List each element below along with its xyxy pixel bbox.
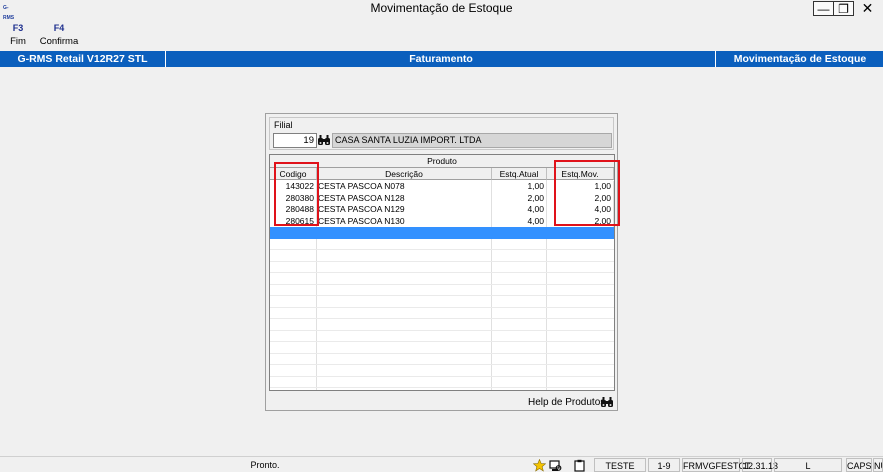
title-bar: G-RMS Movimentação de Estoque — ❐ ✕ — [0, 0, 883, 21]
f4-key-label: F4 — [53, 23, 65, 33]
status-session: 1-9 — [648, 458, 680, 472]
filial-label: Filial — [274, 120, 293, 130]
status-caps-lock: CAPS — [846, 458, 872, 472]
f3-action-label: Fim — [10, 36, 26, 47]
minimize-button[interactable]: — — [813, 1, 834, 16]
status-bar: Pronto. TESTE 1-9 FRMVGFESTCT 12.31.13 L… — [0, 456, 883, 472]
table-row-empty[interactable] — [270, 342, 614, 354]
table-row-empty[interactable] — [270, 273, 614, 285]
f4-action-label: Confirma — [39, 36, 79, 47]
program-label: Movimentação de Estoque — [733, 53, 867, 65]
help-produtos-label[interactable]: Help de Produtos — [528, 397, 605, 408]
status-mode: L — [774, 458, 842, 472]
cell-descricao[interactable]: CESTA PASCOA N078 — [317, 181, 492, 193]
cell-descricao[interactable]: CESTA PASCOA N130 — [317, 215, 492, 227]
star-icon[interactable] — [532, 458, 547, 472]
table-row-selected[interactable] — [270, 227, 614, 239]
column-header-descricao[interactable]: Descrição — [317, 168, 492, 180]
table-row-empty[interactable] — [270, 377, 614, 388]
system-version-label: G-RMS Retail V12R27 STL — [0, 51, 166, 67]
table-row-empty[interactable] — [270, 331, 614, 342]
filial-code-input[interactable]: 19 — [273, 133, 317, 148]
table-row-empty[interactable] — [270, 239, 614, 250]
table-row-empty[interactable] — [270, 285, 614, 296]
main-panel: Filial 19 CASA SANTA LUZIA IMPORT. LTDA … — [265, 113, 618, 411]
table-row-empty[interactable] — [270, 262, 614, 273]
table-row-empty[interactable] — [270, 354, 614, 365]
cell-estq-atual[interactable]: 4,00 — [492, 204, 547, 216]
table-row-empty[interactable] — [270, 319, 614, 331]
status-form-id: FRMVGFESTCT — [682, 458, 751, 472]
f3-fim-button[interactable]: F3 Fim — [6, 23, 30, 47]
binoculars-search-icon[interactable] — [317, 133, 331, 147]
table-row-empty[interactable] — [270, 296, 614, 308]
cell-estq-atual[interactable]: 4,00 — [492, 215, 547, 227]
table-row-empty[interactable] — [270, 365, 614, 377]
monitor-search-icon[interactable] — [549, 459, 562, 472]
cell-descricao[interactable]: CESTA PASCOA N128 — [317, 192, 492, 204]
cell-estq-atual[interactable]: 2,00 — [492, 192, 547, 204]
f3-key-label: F3 — [12, 23, 24, 33]
status-message: Pronto. — [250, 460, 280, 470]
highlight-box-estq-mov — [554, 160, 620, 226]
status-profile: TESTE — [594, 458, 646, 472]
table-row-empty[interactable] — [270, 308, 614, 319]
status-icons — [531, 458, 591, 472]
filial-name-field: CASA SANTA LUZIA IMPORT. LTDA — [332, 133, 612, 148]
window-title: Movimentação de Estoque — [370, 1, 513, 15]
cell-descricao[interactable]: CESTA PASCOA N129 — [317, 204, 492, 216]
clipboard-icon[interactable] — [573, 459, 586, 472]
table-row-empty[interactable] — [270, 250, 614, 262]
filial-group: Filial 19 CASA SANTA LUZIA IMPORT. LTDA — [269, 117, 614, 150]
column-header-estq-atual[interactable]: Estq.Atual — [492, 168, 547, 180]
module-label: Faturamento — [167, 51, 716, 67]
f4-confirma-button[interactable]: F4 Confirma — [38, 23, 80, 47]
status-num-lock: NUM — [873, 458, 883, 472]
binoculars-help-icon[interactable] — [600, 395, 614, 409]
highlight-box-codigo — [274, 162, 319, 226]
maximize-button[interactable]: ❐ — [833, 1, 854, 16]
close-button[interactable]: ✕ — [857, 1, 878, 16]
status-time: 12.31.13 — [742, 458, 778, 472]
cell-estq-atual[interactable]: 1,00 — [492, 181, 547, 193]
header-strip: G-RMS Retail V12R27 STL Faturamento Movi… — [0, 51, 883, 67]
